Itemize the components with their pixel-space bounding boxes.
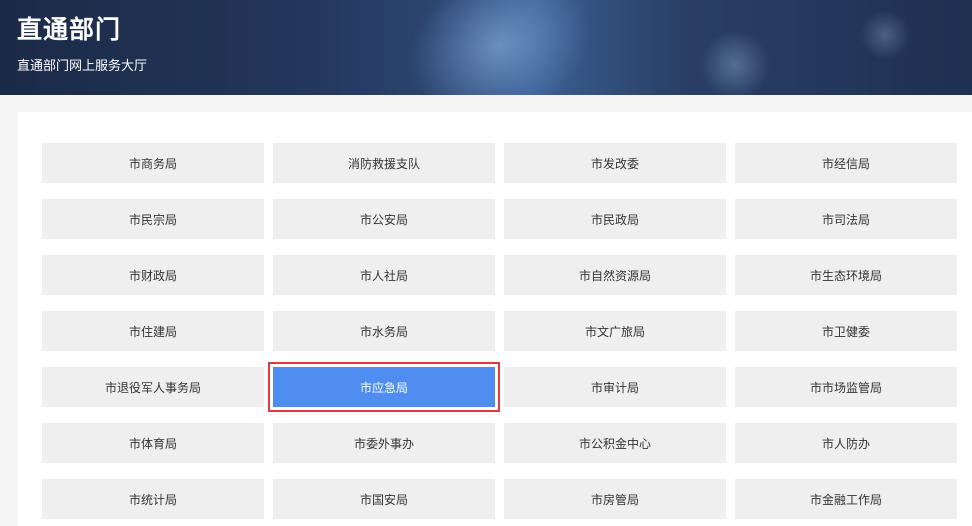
department-button[interactable]: 市公积金中心: [504, 423, 726, 463]
department-button[interactable]: 市文广旅局: [504, 311, 726, 351]
department-button[interactable]: 市生态环境局: [735, 255, 957, 295]
department-button[interactable]: 消防救援支队: [273, 143, 495, 183]
department-button[interactable]: 市财政局: [42, 255, 264, 295]
department-panel: 市商务局 消防救援支队 市发改委 市经信局 市民宗局 市公安局 市民政局 市司法…: [18, 112, 972, 526]
department-button[interactable]: 市审计局: [504, 367, 726, 407]
department-button[interactable]: 市司法局: [735, 199, 957, 239]
department-button[interactable]: 市经信局: [735, 143, 957, 183]
department-grid: 市商务局 消防救援支队 市发改委 市经信局 市民宗局 市公安局 市民政局 市司法…: [42, 143, 957, 519]
page-title: 直通部门: [17, 15, 122, 44]
page-subtitle: 直通部门网上服务大厅: [17, 59, 148, 74]
department-button[interactable]: 市体育局: [42, 423, 264, 463]
department-button[interactable]: 市公安局: [273, 199, 495, 239]
department-button[interactable]: 市人防办: [735, 423, 957, 463]
department-button[interactable]: 市发改委: [504, 143, 726, 183]
header-banner: 直通部门 直通部门网上服务大厅: [0, 0, 972, 95]
department-button[interactable]: 市住建局: [42, 311, 264, 351]
banner-decoration: [700, 30, 770, 95]
department-button[interactable]: 市退役军人事务局: [42, 367, 264, 407]
department-button-selected[interactable]: 市应急局: [268, 362, 500, 412]
department-button[interactable]: 市统计局: [42, 479, 264, 519]
department-button[interactable]: 市国安局: [273, 479, 495, 519]
department-button[interactable]: 市自然资源局: [504, 255, 726, 295]
department-button[interactable]: 市人社局: [273, 255, 495, 295]
department-button[interactable]: 市民政局: [504, 199, 726, 239]
department-button[interactable]: 市商务局: [42, 143, 264, 183]
department-button[interactable]: 市房管局: [504, 479, 726, 519]
banner-decoration: [860, 10, 910, 60]
department-button[interactable]: 市金融工作局: [735, 479, 957, 519]
banner-decoration: [382, 0, 618, 95]
department-button[interactable]: 市市场监管局: [735, 367, 957, 407]
department-button[interactable]: 市水务局: [273, 311, 495, 351]
department-button[interactable]: 市民宗局: [42, 199, 264, 239]
department-button[interactable]: 市委外事办: [273, 423, 495, 463]
department-button[interactable]: 市卫健委: [735, 311, 957, 351]
